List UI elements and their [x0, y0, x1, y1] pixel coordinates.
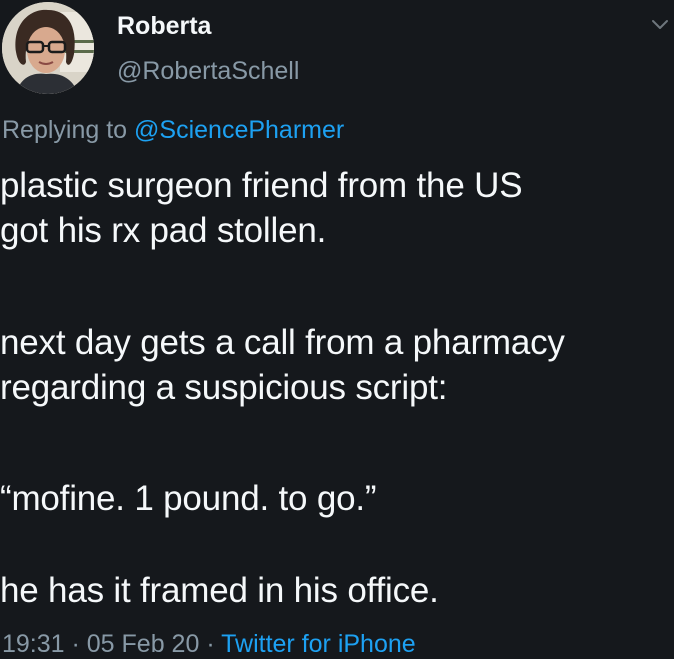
tweet-line: next day gets a call from a pharmacy	[0, 323, 565, 362]
reply-context: Replying to @SciencePharmer	[2, 116, 344, 145]
tweet-paragraph-1: plastic surgeon friend from the US got h…	[0, 163, 523, 253]
reply-prefix: Replying to	[2, 116, 135, 144]
meta-separator: ·	[199, 630, 222, 658]
tweet-source-link[interactable]: Twitter for iPhone	[221, 630, 416, 658]
tweet-line: he has it framed in his office.	[0, 571, 439, 610]
tweet-date[interactable]: 05 Feb 20	[87, 630, 200, 658]
tweet-card: Roberta @RobertaSchell Replying to @Scie…	[0, 0, 674, 659]
reply-mention-link[interactable]: @SciencePharmer	[134, 116, 344, 144]
tweet-line: got his rx pad stollen.	[0, 211, 327, 250]
tweet-paragraph-3: “mofine. 1 pound. to go.”	[0, 476, 377, 521]
tweet-line: plastic surgeon friend from the US	[0, 166, 523, 205]
display-name[interactable]: Roberta	[117, 12, 211, 41]
tweet-line: regarding a suspicious script:	[0, 368, 448, 407]
tweet-line: “mofine. 1 pound. to go.”	[0, 479, 377, 518]
avatar-photo	[2, 2, 94, 94]
tweet-paragraph-2: next day gets a call from a pharmacy reg…	[0, 320, 565, 410]
chevron-down-icon[interactable]	[651, 18, 669, 32]
avatar[interactable]	[2, 2, 94, 94]
tweet-metadata: 19:31 · 05 Feb 20 · Twitter for iPhone	[2, 630, 416, 659]
user-handle[interactable]: @RobertaSchell	[117, 57, 299, 86]
meta-separator: ·	[64, 630, 87, 658]
tweet-time[interactable]: 19:31	[2, 630, 65, 658]
tweet-paragraph-4: he has it framed in his office.	[0, 568, 439, 613]
